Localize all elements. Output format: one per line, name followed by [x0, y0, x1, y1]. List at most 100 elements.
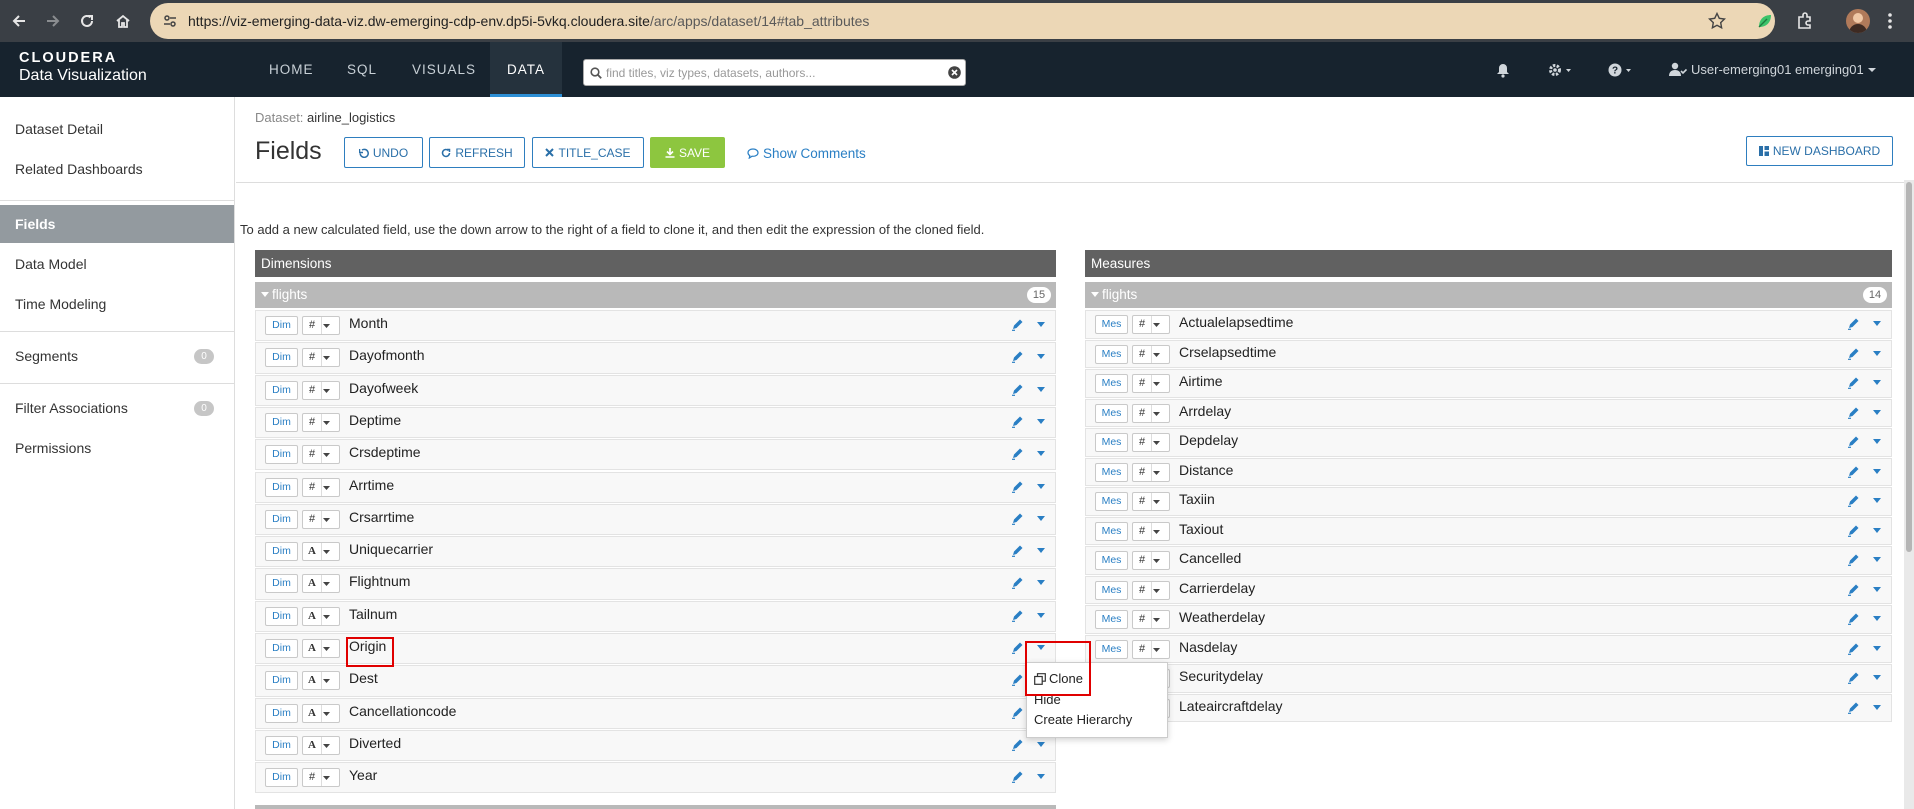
edit-field-icon[interactable] — [1011, 480, 1024, 493]
field-type-selector[interactable]: A — [302, 574, 340, 594]
measure-tag[interactable]: Mes — [1095, 639, 1128, 659]
field-type-selector[interactable]: # — [302, 768, 340, 788]
nav-sql[interactable]: SQL — [347, 42, 377, 97]
sidebar-item-dataset-detail[interactable]: Dataset Detail — [0, 110, 234, 148]
field-actions-dropdown-icon[interactable] — [1873, 350, 1881, 356]
sidebar-item-time-modeling[interactable]: Time Modeling — [0, 285, 234, 323]
edit-field-icon[interactable] — [1011, 350, 1024, 364]
field-actions-dropdown-icon[interactable] — [1873, 586, 1881, 592]
field-row[interactable]: Dim # Month — [255, 310, 1056, 342]
field-row[interactable]: Dim A Flightnum — [255, 568, 1056, 600]
edit-field-icon[interactable] — [1847, 612, 1860, 625]
edit-field-icon[interactable] — [1011, 318, 1024, 331]
field-type-selector[interactable]: # — [302, 348, 340, 368]
field-row[interactable]: Mes # Depdelay — [1085, 428, 1892, 457]
edit-field-icon[interactable] — [1011, 447, 1024, 461]
type-dropdown-icon[interactable] — [323, 743, 330, 748]
type-dropdown-icon[interactable] — [1153, 500, 1160, 504]
measure-tag[interactable]: Mes — [1095, 403, 1128, 423]
measures-group-header[interactable]: flights 14 — [1085, 282, 1892, 308]
field-actions-dropdown-icon[interactable] — [1037, 548, 1045, 554]
cloudera-logo[interactable]: CLOUDERA Data Visualization — [19, 50, 147, 85]
field-actions-dropdown-icon[interactable] — [1037, 322, 1045, 327]
type-dropdown-icon[interactable] — [1153, 470, 1160, 475]
field-type-selector[interactable]: # — [1132, 374, 1170, 393]
edit-field-icon[interactable] — [1011, 383, 1024, 396]
type-dropdown-icon[interactable] — [323, 776, 330, 781]
measure-tag[interactable]: Mes — [1095, 521, 1128, 541]
type-dropdown-icon[interactable] — [323, 356, 330, 361]
new-dashboard-button[interactable]: NEW DASHBOARD — [1746, 136, 1893, 166]
field-type-selector[interactable]: A — [302, 542, 340, 562]
measure-tag[interactable]: Mes — [1095, 433, 1128, 452]
field-type-selector[interactable]: # — [1132, 521, 1170, 541]
edit-field-icon[interactable] — [1011, 415, 1024, 428]
dimension-tag[interactable]: Dim — [265, 316, 298, 335]
nav-home[interactable]: HOME — [269, 42, 314, 97]
field-row[interactable]: Mes # Cancelled — [1085, 546, 1892, 575]
field-row[interactable]: Mes # Carrierdelay — [1085, 575, 1892, 604]
type-dropdown-icon[interactable] — [323, 614, 330, 619]
type-dropdown-icon[interactable] — [323, 420, 330, 425]
type-dropdown-icon[interactable] — [323, 550, 330, 555]
edit-field-icon[interactable] — [1011, 609, 1024, 622]
measure-tag[interactable]: Mes — [1095, 551, 1128, 570]
measure-tag[interactable]: Mes — [1095, 492, 1128, 511]
field-actions-dropdown-icon[interactable] — [1037, 515, 1045, 521]
field-type-selector[interactable]: # — [1132, 433, 1170, 452]
edit-field-icon[interactable] — [1847, 524, 1860, 537]
settings-gear-icon[interactable] — [1548, 63, 1572, 77]
field-actions-dropdown-icon[interactable] — [1037, 418, 1045, 424]
dimension-tag[interactable]: Dim — [265, 639, 298, 658]
nav-visuals[interactable]: VISUALS — [412, 42, 476, 97]
field-type-selector[interactable]: # — [1132, 639, 1170, 659]
field-type-selector[interactable]: # — [1132, 344, 1170, 364]
edit-field-icon[interactable] — [1011, 770, 1024, 784]
field-type-selector[interactable]: # — [302, 316, 340, 335]
dimension-tag[interactable]: Dim — [265, 509, 298, 529]
field-row[interactable]: Mes#Securitydelay — [1085, 664, 1892, 693]
refresh-button[interactable]: REFRESH — [429, 137, 525, 168]
dimension-tag[interactable]: Dim — [265, 606, 298, 626]
extension-leaf-icon[interactable] — [1756, 12, 1774, 30]
field-actions-dropdown-icon[interactable] — [1037, 612, 1045, 618]
field-row[interactable]: Dim # Dayofmonth — [255, 342, 1056, 374]
sidebar-item-segments[interactable]: Segments 0 — [0, 337, 234, 375]
edit-field-icon[interactable] — [1847, 494, 1860, 507]
address-bar[interactable]: https://viz-emerging-data-viz.dw-emergin… — [150, 3, 1775, 39]
field-type-selector[interactable]: # — [1132, 403, 1170, 423]
field-actions-dropdown-icon[interactable] — [1873, 527, 1881, 533]
measure-tag[interactable]: Mes — [1095, 344, 1128, 364]
field-row[interactable]: Dim # Crsdeptime — [255, 439, 1056, 471]
show-comments-link[interactable]: Show Comments — [747, 146, 866, 161]
type-dropdown-icon[interactable] — [1153, 647, 1160, 652]
type-dropdown-icon[interactable] — [323, 679, 330, 684]
type-dropdown-icon[interactable] — [323, 453, 330, 458]
clear-search-icon[interactable] — [948, 66, 961, 79]
field-type-selector[interactable]: # — [302, 445, 340, 465]
scrollbar-thumb[interactable] — [1906, 182, 1912, 552]
field-row[interactable]: Dim A Dest — [255, 665, 1056, 697]
field-actions-dropdown-icon[interactable] — [1873, 616, 1881, 621]
field-row[interactable]: Dim # Arrtime — [255, 471, 1056, 503]
field-row[interactable]: Dim A Tailnum — [255, 600, 1056, 632]
dataset-name[interactable]: airline_logistics — [307, 110, 395, 125]
field-row[interactable]: Dim A Diverted — [255, 729, 1056, 762]
field-type-selector[interactable]: A — [302, 735, 340, 755]
type-dropdown-icon[interactable] — [323, 324, 330, 328]
field-actions-dropdown-icon[interactable] — [1873, 557, 1881, 562]
field-row[interactable]: Dim # Crsarrtime — [255, 503, 1056, 536]
type-dropdown-icon[interactable] — [1153, 352, 1160, 357]
field-row[interactable]: Dim # Deptime — [255, 406, 1056, 439]
type-dropdown-icon[interactable] — [1153, 323, 1160, 327]
forward-icon[interactable] — [36, 4, 70, 38]
edit-field-icon[interactable] — [1847, 465, 1860, 478]
field-actions-dropdown-icon[interactable] — [1037, 451, 1045, 457]
sidebar-item-related-dashboards[interactable]: Related Dashboards — [0, 150, 234, 188]
field-type-selector[interactable]: # — [302, 380, 340, 400]
type-dropdown-icon[interactable] — [1153, 382, 1160, 386]
field-type-selector[interactable]: # — [302, 477, 340, 497]
measure-tag[interactable]: Mes — [1095, 610, 1128, 629]
field-row[interactable]: Mes # Distance — [1085, 457, 1892, 486]
type-dropdown-icon[interactable] — [1153, 529, 1160, 534]
